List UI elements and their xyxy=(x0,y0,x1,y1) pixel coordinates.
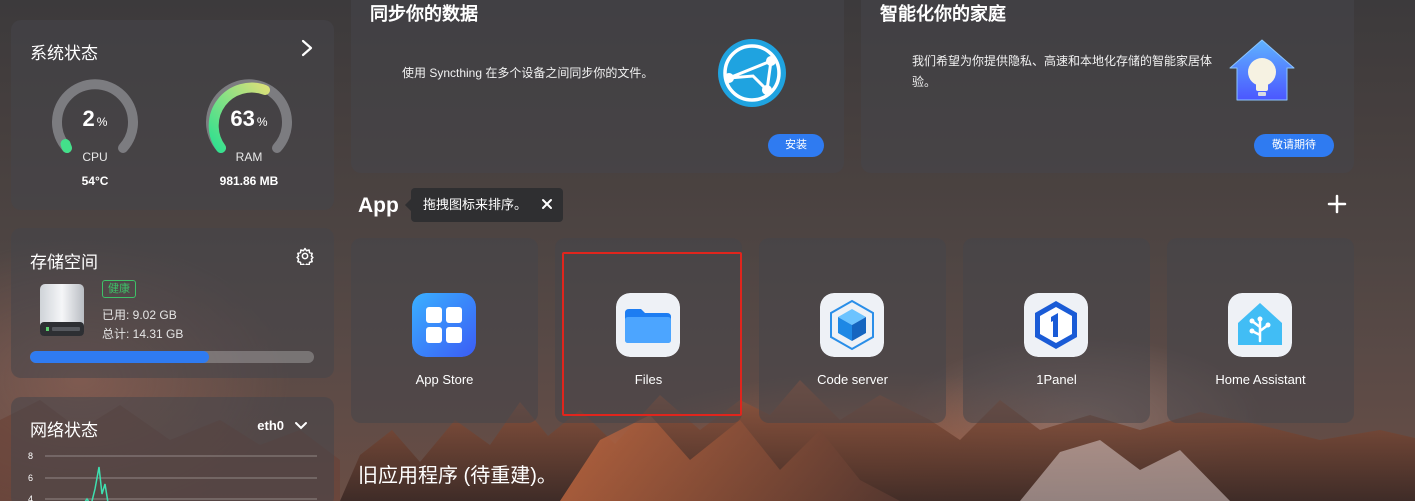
legacy-apps-title: 旧应用程序 (待重建)。 xyxy=(358,465,557,487)
smart-home-promo-title: 智能化你的家庭 xyxy=(880,4,1006,24)
chevron-right-icon[interactable] xyxy=(300,39,314,57)
interface-selector[interactable]: eth0 xyxy=(257,418,308,433)
tooltip-text: 拖拽图标来排序。 xyxy=(423,197,528,212)
ram-label: RAM xyxy=(235,150,263,164)
network-chart: 8 6 4 xyxy=(28,451,317,501)
health-badge: 健康 xyxy=(102,280,136,298)
install-button[interactable]: 安装 xyxy=(768,134,824,157)
cpu-label: CPU xyxy=(82,150,108,164)
storage-total: 总计: 14.31 GB xyxy=(102,327,184,341)
sync-promo-title: 同步你的数据 xyxy=(370,4,478,24)
drag-sort-tooltip: 拖拽图标来排序。 xyxy=(405,188,563,222)
app-tile-app-store[interactable]: App Store xyxy=(351,238,538,423)
storage-usage-bar xyxy=(30,351,314,363)
network-y-tick: 4 xyxy=(28,494,33,501)
storage-card: 存储空间 健康 已用: 9.02 GB 总计: 14.31 GB xyxy=(11,228,334,378)
app-tile-code-server[interactable]: Code server xyxy=(759,238,946,423)
ram-used: 981.86 MB xyxy=(219,174,279,188)
cpu-gauge-fill xyxy=(60,139,72,153)
interface-name: eth0 xyxy=(257,418,284,433)
cpu-value: 2% xyxy=(82,106,108,131)
network-title: 网络状态 xyxy=(30,421,98,440)
storage-title: 存储空间 xyxy=(30,253,98,272)
app-tile-home-assistant[interactable]: Home Assistant xyxy=(1167,238,1354,423)
network-y-tick: 8 xyxy=(28,451,33,461)
storage-usage-fill xyxy=(30,351,209,363)
add-app-button[interactable] xyxy=(1327,194,1347,214)
storage-used: 已用: 9.02 GB xyxy=(102,308,177,322)
1panel-icon xyxy=(1024,293,1088,357)
app-section-title: App xyxy=(358,194,399,217)
app-label: App Store xyxy=(415,372,474,387)
app-label: Home Assistant xyxy=(1215,372,1306,387)
coming-soon-button[interactable]: 敬请期待 xyxy=(1254,134,1334,157)
highlight-box xyxy=(562,252,742,416)
smart-home-promo-card: 智能化你的家庭 我们希望为你提供隐私、高速和本地化存储的智能家居体验。 敬请期待 xyxy=(861,0,1354,173)
app-store-icon xyxy=(412,293,476,357)
cpu-gauge: 2% CPU xyxy=(45,76,145,176)
ram-gauge: 63% RAM xyxy=(199,76,299,176)
app-tile-1panel[interactable]: 1Panel xyxy=(963,238,1150,423)
home-assistant-icon xyxy=(1228,293,1292,357)
cpu-temperature: 54°C xyxy=(81,174,109,188)
app-label: 1Panel xyxy=(1036,372,1077,387)
app-label: Code server xyxy=(817,372,888,387)
smart-home-bulb-icon xyxy=(1229,39,1295,101)
smart-home-promo-description: 我们希望为你提供隐私、高速和本地化存储的智能家居体验。 xyxy=(912,54,1213,89)
sync-promo-description: 使用 Syncthing 在多个设备之间同步你的文件。 xyxy=(402,66,654,80)
network-y-tick: 6 xyxy=(28,473,33,483)
close-icon[interactable] xyxy=(540,197,554,211)
sync-promo-card: 同步你的数据 使用 Syncthing 在多个设备之间同步你的文件。 安装 xyxy=(351,0,844,173)
gear-icon[interactable] xyxy=(296,247,314,265)
code-server-icon xyxy=(820,293,884,357)
system-status-card: 系统状态 2% CPU 54°C 63% RAM 981.86 MB xyxy=(11,20,334,210)
hard-drive-icon xyxy=(40,284,84,336)
chevron-down-icon xyxy=(295,421,307,429)
ram-value: 63% xyxy=(230,106,268,131)
system-status-title: 系统状态 xyxy=(30,44,98,63)
syncthing-icon xyxy=(718,39,786,107)
network-card: 网络状态 eth0 8 6 4 xyxy=(11,397,334,501)
